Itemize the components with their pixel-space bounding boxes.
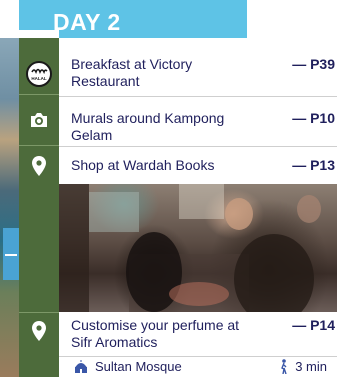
place-name: Sultan Mosque [95,359,182,374]
page-reference: — P14 [292,317,335,333]
page-reference: — P13 [292,157,335,173]
photo-accent [3,228,19,280]
location-pin-icon [19,316,59,346]
walk-time: 3 min [295,359,327,374]
page-reference: — P39 [292,56,335,72]
rail-divider [19,312,59,313]
itinerary-item[interactable]: Customise your perfume at Sifr Aromatics… [59,312,337,357]
item-label: Customise your perfume at Sifr Aromatics [71,317,240,350]
rail-divider [19,145,59,146]
bookshop-photo [59,184,337,312]
header-blank [247,0,337,38]
itinerary-item[interactable]: Shop at Wardah Books — P13 [59,147,337,183]
halal-icon: HALAL [19,54,59,94]
camera-icon [19,100,59,140]
street-photo [0,38,19,377]
location-pin-icon [19,150,59,182]
rail-divider [19,94,59,95]
itinerary-item[interactable]: Murals around Kampong Gelam — P10 [59,97,337,147]
location-footer: Sultan Mosque 3 min [59,357,337,377]
page-reference: — P10 [292,110,335,126]
halal-text: HALAL [31,76,46,81]
mosque-icon [73,359,89,379]
day-title: DAY 2 [53,9,121,35]
itinerary-item[interactable]: Breakfast at Victory Restaurant — P39 [59,38,337,97]
icon-rail: HALAL [19,38,59,377]
item-label: Breakfast at Victory Restaurant [71,56,193,89]
walking-person-icon [279,359,289,379]
item-label: Shop at Wardah Books [71,157,215,173]
header-tab [19,30,59,38]
item-label: Murals around Kampong Gelam [71,110,225,143]
